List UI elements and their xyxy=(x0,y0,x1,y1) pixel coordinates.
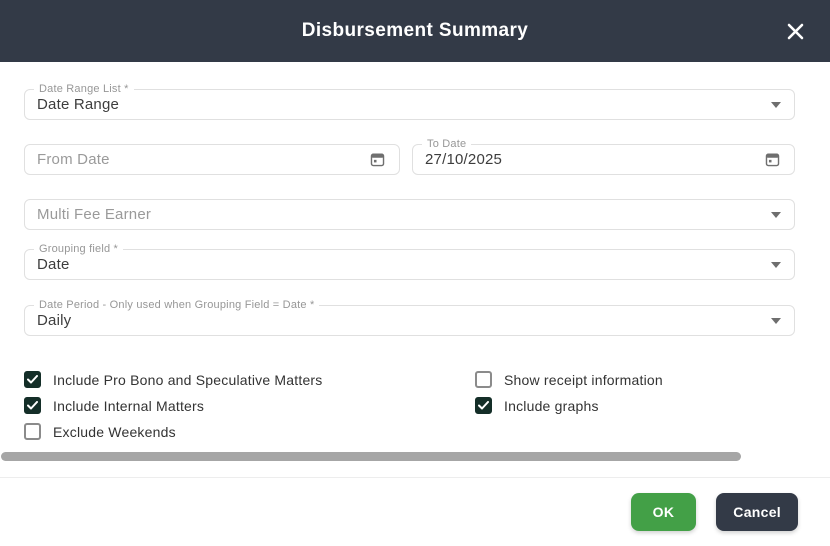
date-range-row: To Date xyxy=(24,137,795,175)
multi-fee-earner-placeholder: Multi Fee Earner xyxy=(37,206,152,223)
scrollbar-thumb[interactable] xyxy=(1,452,741,461)
date-period-value: Daily xyxy=(37,312,72,329)
dialog-footer: OK Cancel xyxy=(0,478,830,546)
horizontal-scrollbar[interactable] xyxy=(0,452,830,461)
cancel-button[interactable]: Cancel xyxy=(716,493,798,531)
multi-fee-earner-select[interactable]: Multi Fee Earner xyxy=(24,199,795,230)
from-date-input[interactable] xyxy=(37,151,369,168)
checkbox-label: Show receipt information xyxy=(504,371,663,388)
chevron-down-icon xyxy=(771,317,781,324)
checkbox-label: Exclude Weekends xyxy=(53,423,176,440)
checkbox-row-pro-bono[interactable]: Include Pro Bono and Speculative Matters xyxy=(24,371,475,388)
chevron-down-icon xyxy=(771,211,781,218)
checkbox-row-show-receipt[interactable]: Show receipt information xyxy=(475,371,663,388)
chevron-down-icon xyxy=(771,261,781,268)
date-range-list-select[interactable]: Date Range List * Date Range xyxy=(24,82,795,120)
to-date-input[interactable] xyxy=(425,151,764,168)
close-button[interactable] xyxy=(782,18,808,44)
date-range-list-label: Date Range List * xyxy=(34,82,134,96)
checkbox-label: Include Internal Matters xyxy=(53,397,205,414)
checkbox[interactable] xyxy=(475,397,492,414)
checkbox-label: Include Pro Bono and Speculative Matters xyxy=(53,371,323,388)
grouping-field-select[interactable]: Grouping field * Date xyxy=(24,242,795,280)
disbursement-summary-dialog: Disbursement Summary Date Range List * D… xyxy=(0,0,830,546)
checkbox-row-internal-matters[interactable]: Include Internal Matters xyxy=(24,397,475,414)
chevron-down-icon xyxy=(771,101,781,108)
date-period-label: Date Period - Only used when Grouping Fi… xyxy=(34,298,320,312)
dialog-header: Disbursement Summary xyxy=(0,0,830,62)
checkbox[interactable] xyxy=(24,371,41,388)
checkbox[interactable] xyxy=(475,371,492,388)
dialog-body: Date Range List * Date Range To Date xyxy=(0,82,830,449)
grouping-field-label: Grouping field * xyxy=(34,242,124,256)
checkbox-column-right: Show receipt information Include graphs xyxy=(475,371,663,449)
checkbox-row-exclude-weekends[interactable]: Exclude Weekends xyxy=(24,423,475,440)
date-range-list-value: Date Range xyxy=(37,96,120,113)
checkbox[interactable] xyxy=(24,423,41,440)
calendar-icon[interactable] xyxy=(764,151,781,168)
calendar-icon[interactable] xyxy=(369,151,386,168)
from-date-field[interactable] xyxy=(24,144,400,175)
ok-button[interactable]: OK xyxy=(630,493,697,531)
checkbox-column-left: Include Pro Bono and Speculative Matters… xyxy=(24,371,475,449)
to-date-label: To Date xyxy=(422,137,472,151)
checkbox-label: Include graphs xyxy=(504,397,599,414)
grouping-field-value: Date xyxy=(37,256,70,273)
dialog-title: Disbursement Summary xyxy=(301,20,529,41)
to-date-field[interactable]: To Date xyxy=(412,137,795,175)
check-icon xyxy=(478,401,489,410)
checkbox[interactable] xyxy=(24,397,41,414)
checkbox-section: Include Pro Bono and Speculative Matters… xyxy=(24,371,795,449)
check-icon xyxy=(27,375,38,384)
checkbox-row-include-graphs[interactable]: Include graphs xyxy=(475,397,663,414)
date-period-select[interactable]: Date Period - Only used when Grouping Fi… xyxy=(24,298,795,336)
check-icon xyxy=(27,401,38,410)
close-icon xyxy=(787,23,803,39)
